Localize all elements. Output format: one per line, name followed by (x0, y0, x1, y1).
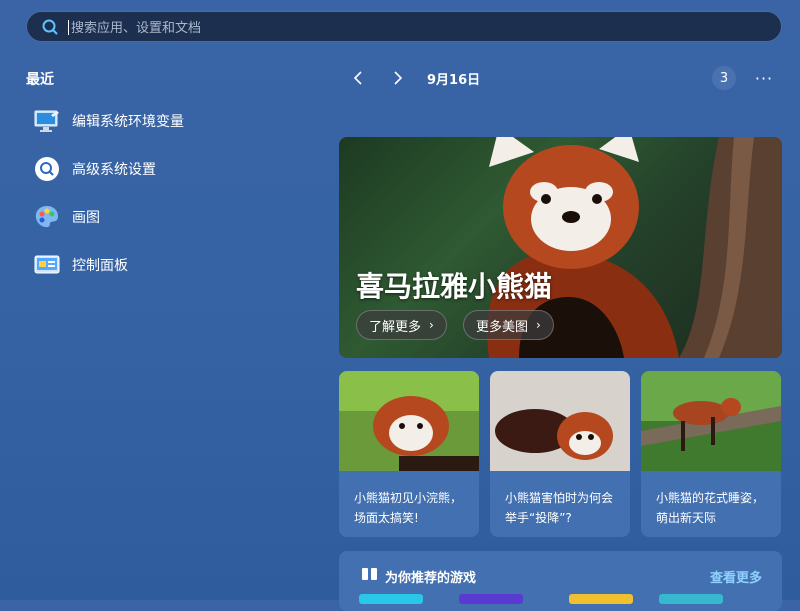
chevron-right-icon (394, 71, 403, 85)
recent-item-advanced-settings[interactable]: 高级系统设置 (34, 152, 294, 186)
more-images-label: 更多美图 (476, 319, 529, 335)
control-panel-icon (34, 252, 60, 278)
chevron-right-icon: › (536, 318, 541, 332)
game-tile[interactable] (459, 594, 523, 604)
recent-item-paint[interactable]: 画图 (34, 200, 294, 234)
game-controller-icon (362, 568, 377, 580)
red-panda-thumbnail (490, 371, 630, 471)
recommended-games-panel: 为你推荐的游戏 查看更多 (339, 551, 782, 611)
red-panda-thumbnail (339, 371, 479, 471)
game-tile[interactable] (569, 594, 633, 604)
hero-card[interactable]: 喜马拉雅小熊猫 了解更多 › 更多美图 › (339, 137, 782, 358)
games-title: 为你推荐的游戏 (385, 571, 477, 586)
paint-palette-icon (34, 204, 60, 230)
magnifier-icon (34, 156, 60, 182)
recent-item-label: 画图 (72, 210, 100, 226)
next-button[interactable] (386, 66, 410, 90)
notification-badge[interactable]: 3 (712, 66, 736, 90)
news-card[interactable]: 小熊猫的花式睡姿，萌出新天际 (641, 371, 781, 537)
recent-item-label: 控制面板 (72, 258, 128, 274)
game-tile[interactable] (359, 594, 423, 604)
search-input[interactable] (69, 16, 763, 40)
more-images-button[interactable]: 更多美图 › (463, 310, 554, 340)
chevron-left-icon (353, 71, 362, 85)
learn-more-label: 了解更多 (369, 319, 422, 335)
monitor-settings-icon (34, 108, 60, 134)
card-text: 小熊猫初见小浣熊，场面太搞笑! (354, 491, 463, 525)
learn-more-button[interactable]: 了解更多 › (356, 310, 447, 340)
search-icon (41, 18, 59, 36)
hero-title: 喜马拉雅小熊猫 (356, 270, 553, 303)
chevron-right-icon: › (429, 318, 434, 332)
card-text: 小熊猫的花式睡姿，萌出新天际 (656, 491, 765, 525)
search-bar[interactable] (26, 11, 782, 42)
recent-item-env-vars[interactable]: 编辑系统环境变量 (34, 104, 294, 138)
more-options-button[interactable]: ··· (752, 66, 776, 90)
card-text: 小熊猫害怕时为何会举手“投降”? (505, 491, 614, 525)
recent-item-label: 高级系统设置 (72, 162, 156, 178)
previous-button[interactable] (346, 66, 370, 90)
see-more-link[interactable]: 查看更多 (710, 567, 762, 586)
news-card[interactable]: 小熊猫害怕时为何会举手“投降”? (490, 371, 630, 537)
news-card[interactable]: 小熊猫初见小浣熊，场面太搞笑! (339, 371, 479, 537)
recent-item-label: 编辑系统环境变量 (72, 114, 184, 130)
date-label: 9月16日 (427, 73, 481, 88)
red-panda-thumbnail (641, 371, 781, 471)
recent-item-control-panel[interactable]: 控制面板 (34, 248, 294, 282)
game-tile[interactable] (659, 594, 723, 604)
recent-heading: 最近 (26, 72, 54, 88)
